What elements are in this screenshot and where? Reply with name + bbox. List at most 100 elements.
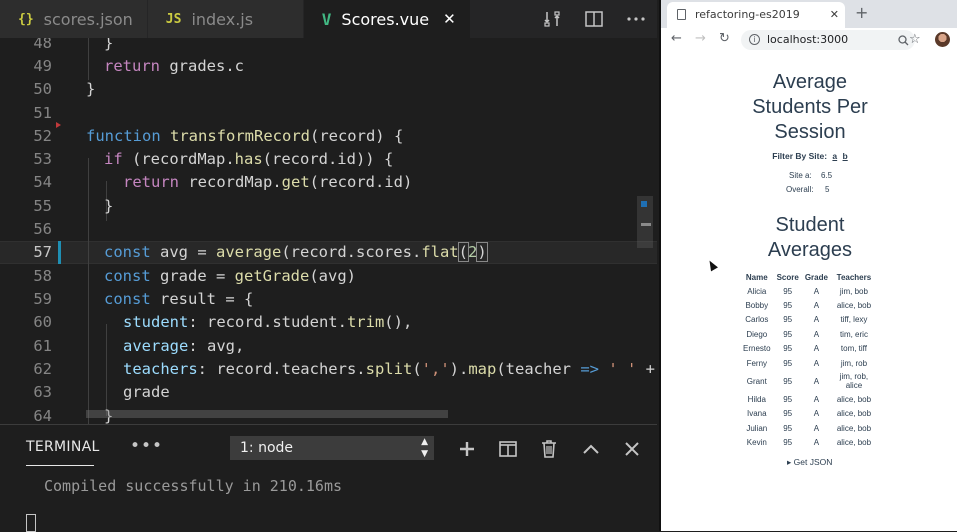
- overall-label: Overall:: [786, 185, 814, 194]
- line-number: 59: [33, 290, 52, 308]
- tab-scores-json[interactable]: {} scores.json: [0, 0, 148, 38]
- forward-icon[interactable]: →: [695, 31, 706, 46]
- table-row: Hilda 95 Aalice, bob: [747, 395, 872, 405]
- code-line: }: [104, 38, 114, 52]
- terminal-panel: TERMINAL ••• 1: node ▲ ▼ Compiled success…: [0, 424, 657, 532]
- filter-link-b[interactable]: b: [843, 151, 848, 161]
- code-line: function transformRecord(record) {: [86, 127, 404, 145]
- reload-icon[interactable]: ↻: [719, 31, 730, 46]
- code-line: student: record.student.trim(),: [123, 313, 413, 331]
- trash-icon[interactable]: [535, 435, 563, 463]
- minimap-marker: [641, 223, 651, 226]
- code-line: teachers: record.teachers.split(',').map…: [123, 360, 655, 378]
- close-tab-icon[interactable]: ✕: [830, 2, 839, 28]
- profile-avatar[interactable]: [935, 32, 950, 47]
- terminal-output: Compiled successfully in 210.16ms: [44, 477, 343, 495]
- horizontal-scrollbar[interactable]: [86, 410, 448, 418]
- page-content: Average Students Per Session Filter By S…: [661, 52, 957, 531]
- js-file-icon: JS: [165, 11, 182, 27]
- heading-student-averages: Student Averages: [767, 214, 853, 261]
- select-arrows-icon: ▲ ▼: [421, 437, 428, 459]
- table-row: Alicia 95 Ajim, bob: [747, 286, 868, 296]
- terminal-tab[interactable]: TERMINAL: [26, 439, 100, 455]
- line-number: 63: [33, 383, 52, 401]
- page-icon: [677, 9, 686, 20]
- code-line: if (recordMap.has(record.id)) {: [104, 150, 394, 168]
- line-number: 60: [33, 313, 52, 331]
- code-line: average: avg,: [123, 337, 245, 355]
- code-editor: {} scores.json JS index.js V Scores.vue …: [0, 0, 657, 532]
- search-icon[interactable]: [898, 30, 909, 53]
- maximize-panel-icon[interactable]: [577, 435, 605, 463]
- table-row: Ernesto 95 Atom, tiff: [743, 344, 867, 354]
- more-icon[interactable]: •••: [130, 436, 163, 456]
- close-tab-icon[interactable]: ✕: [443, 10, 456, 28]
- back-icon[interactable]: ←: [671, 31, 682, 46]
- line-number: 57: [33, 243, 52, 261]
- site-filter: Filter By Site: a b: [772, 151, 848, 161]
- column-header: Grade: [804, 272, 828, 282]
- address-bar[interactable]: i localhost:3000: [741, 30, 915, 50]
- code-line: }: [104, 197, 114, 215]
- line-number: 55: [33, 197, 52, 215]
- new-terminal-icon[interactable]: [453, 435, 481, 463]
- table-row: Grant 95 Ajim, rob, alice: [746, 372, 869, 391]
- line-number: 54: [33, 173, 52, 191]
- close-panel-icon[interactable]: [618, 435, 646, 463]
- tab-label: index.js: [191, 9, 254, 29]
- table-row: Ivana 95 Aalice, bob: [747, 409, 872, 419]
- browser-window: refactoring-es2019 ✕ + ← → ↻ i localhost…: [659, 0, 957, 531]
- table-row: Carlos 95 Atiff, lexy: [745, 315, 868, 325]
- more-actions-icon[interactable]: [615, 0, 657, 38]
- site-value: 6.5: [821, 171, 833, 180]
- new-tab-icon[interactable]: +: [855, 3, 868, 22]
- line-number: 52: [33, 127, 52, 145]
- line-number: 50: [33, 80, 52, 98]
- student-averages-table: Name Score Grade Teachers Alicia 95 Ajim, …: [740, 270, 877, 450]
- table-row: Ferny 95 Ajim, rob: [746, 358, 868, 368]
- get-json-toggle[interactable]: ▸ Get JSON: [787, 457, 832, 468]
- line-number: 56: [33, 220, 52, 238]
- breakpoint-arrow-icon: [56, 122, 61, 128]
- table-row: Diego 95 Atim, eric: [746, 329, 868, 339]
- filter-link-a[interactable]: a: [832, 151, 837, 161]
- url-text: localhost:3000: [767, 33, 849, 46]
- site-label: Site a:: [789, 171, 812, 180]
- table-row: Bobby 95 Aalice, bob: [745, 301, 872, 311]
- line-number: 51: [33, 104, 52, 122]
- tab-index-js[interactable]: JS index.js: [147, 0, 304, 38]
- tab-scores-vue[interactable]: V Scores.vue ✕: [303, 0, 471, 38]
- bookmark-star-icon[interactable]: ☆: [909, 32, 921, 47]
- split-terminal-icon[interactable]: [494, 435, 522, 463]
- modified-line-marker: [58, 241, 61, 264]
- tab-label: scores.json: [43, 9, 133, 29]
- info-icon[interactable]: i: [749, 34, 760, 45]
- terminal-select-value: 1: node: [240, 440, 294, 456]
- terminal-cursor: [26, 514, 36, 532]
- code-line: return grades.c: [104, 57, 244, 75]
- table-row: Julian 95 Aalice, bob: [746, 423, 872, 433]
- vue-file-icon: V: [321, 9, 332, 29]
- code-area[interactable]: 48} 49 return grades.c 50} 51 52 function …: [0, 38, 657, 424]
- terminal-select[interactable]: 1: node ▲ ▼: [230, 436, 434, 460]
- browser-tab-strip: refactoring-es2019 ✕ +: [661, 0, 957, 28]
- terminal-tab-underline: [26, 465, 94, 466]
- browser-tab[interactable]: refactoring-es2019 ✕: [667, 2, 845, 28]
- line-number: 58: [33, 267, 52, 285]
- browser-toolbar: ← → ↻ i localhost:3000 ☆: [661, 28, 957, 52]
- browser-tab-title: refactoring-es2019: [695, 8, 800, 21]
- line-number: 64: [33, 407, 52, 424]
- code-line: return recordMap.get(record.id): [123, 173, 413, 191]
- line-number: 53: [33, 150, 52, 168]
- table-header-row: Name Score Grade Teachers: [740, 270, 877, 284]
- column-header: Score: [776, 272, 799, 282]
- code-line: const grade = getGrade(avg): [104, 267, 356, 285]
- split-editor-icon[interactable]: [573, 0, 615, 38]
- code-line: }: [86, 80, 96, 98]
- compare-changes-icon[interactable]: [531, 0, 573, 38]
- line-number: 61: [33, 337, 52, 355]
- editor-actions: [531, 0, 657, 38]
- editor-tab-bar: {} scores.json JS index.js V Scores.vue …: [0, 0, 657, 38]
- minimap-marker: [641, 201, 647, 207]
- column-header: Name: [745, 272, 768, 282]
